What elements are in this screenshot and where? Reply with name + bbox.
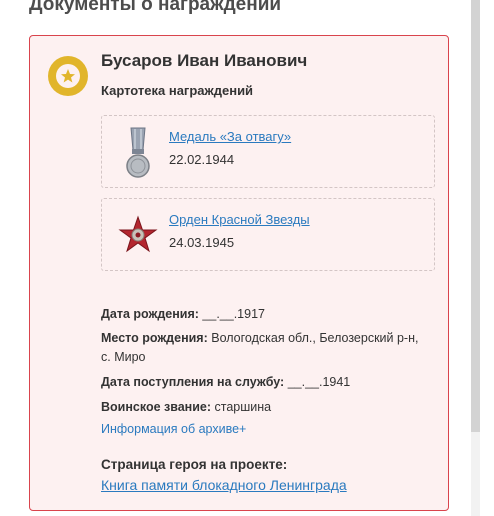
star-medal-icon	[48, 56, 88, 96]
medal-for-courage-icon	[118, 126, 158, 180]
birth-date-row: Дата рождения: __.__.1917	[101, 305, 431, 324]
award-date: 24.03.1945	[169, 235, 235, 250]
birth-date-value: __.__.1917	[198, 307, 265, 321]
archive-info-link[interactable]: Информация об архиве+	[101, 422, 246, 436]
hero-card: Бусаров Иван Иванович Картотека награжде…	[29, 35, 449, 511]
project-page-label: Страница героя на проекте:	[101, 457, 288, 472]
awards-card-subtitle: Картотека награждений	[101, 83, 254, 98]
award-link[interactable]: Медаль «За отвагу»	[169, 129, 291, 144]
military-rank-value: старшина	[211, 400, 272, 414]
birth-place-row: Место рождения: Вологодская обл., Белозе…	[101, 329, 431, 367]
project-page-link[interactable]: Книга памяти блокадного Ленинграда	[101, 477, 347, 493]
birth-date-label: Дата рождения:	[101, 307, 199, 321]
military-rank-label: Воинское звание:	[101, 400, 212, 414]
award-date: 22.02.1944	[169, 152, 235, 167]
service-date-label: Дата поступления на службу:	[101, 375, 285, 389]
military-rank-row: Воинское звание: старшина	[101, 398, 431, 417]
section-title: Документы о награждении	[29, 0, 282, 15]
scrollbar-thumb[interactable]	[471, 0, 480, 432]
service-date-row: Дата поступления на службу: __.__.1941	[101, 373, 431, 392]
order-red-star-icon	[118, 209, 158, 263]
award-item: Медаль «За отвагу» 22.02.1944	[101, 115, 435, 188]
hero-name: Бусаров Иван Иванович	[101, 51, 308, 70]
award-item: Орден Красной Звезды 24.03.1945	[101, 198, 435, 271]
service-date-value: __.__.1941	[284, 375, 351, 389]
award-link[interactable]: Орден Красной Звезды	[169, 212, 310, 227]
birth-place-label: Место рождения:	[101, 331, 208, 345]
